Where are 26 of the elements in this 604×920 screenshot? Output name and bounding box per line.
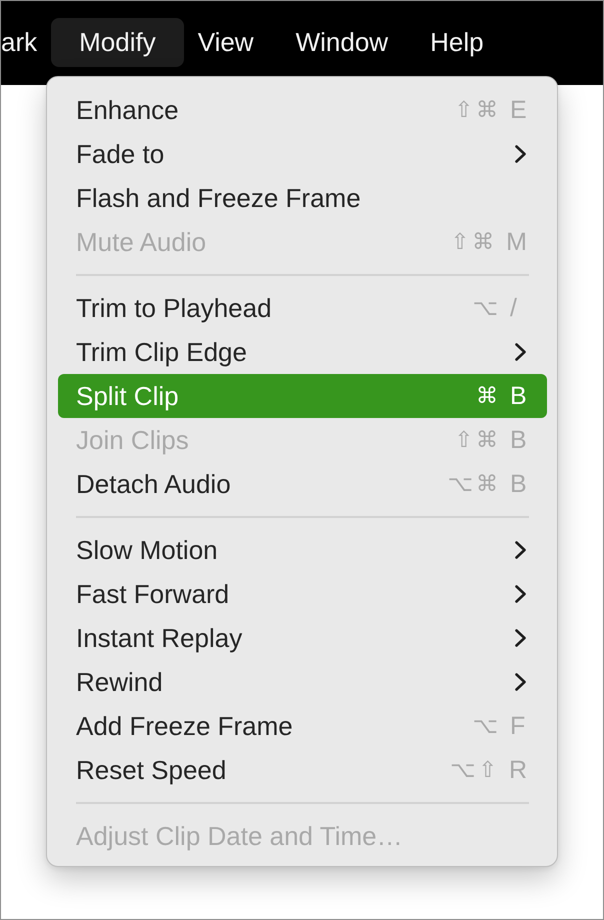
menu-bar-item[interactable]: ark — [1, 18, 52, 67]
menu-item[interactable]: Flash and Freeze Frame — [58, 176, 547, 220]
menu-item[interactable]: Split Clip ⌘ B — [58, 374, 547, 418]
shortcut-text: ⌥⌘ B — [448, 470, 527, 498]
shortcut-text: ⌥ F — [472, 712, 526, 740]
menu-bar-item[interactable]: Help — [416, 18, 498, 67]
menu-item[interactable]: Add Freeze Frame ⌥ F — [58, 704, 547, 748]
shortcut-text: ⇧⌘ B — [454, 426, 527, 454]
menu-item[interactable]: Fast Forward — [58, 572, 547, 616]
shortcut-text: ⇧⌘ E — [454, 96, 527, 124]
menu-item[interactable]: Instant Replay — [58, 616, 547, 660]
menu-bar-item[interactable]: Window — [282, 18, 402, 67]
menu-item[interactable]: Enhance ⇧⌘ E — [58, 88, 547, 132]
menu-item[interactable]: Trim Clip Edge — [58, 330, 547, 374]
menu-bar-item[interactable]: Modify — [51, 18, 184, 67]
shortcut-text: ⌥⇧ R — [450, 756, 527, 784]
menu-item[interactable]: Trim to Playhead ⌥ / — [58, 286, 547, 330]
menu-item[interactable]: Detach Audio ⌥⌘ B — [58, 462, 547, 506]
menu-item[interactable]: Reset Speed ⌥⇧ R — [58, 748, 547, 792]
shortcut-text: ⇧⌘ M — [450, 228, 527, 256]
shortcut-text: ⌘ B — [476, 382, 527, 410]
menu-item[interactable]: Rewind — [58, 660, 547, 704]
shortcut-text: ⌥ / — [472, 294, 518, 322]
menu-item[interactable]: Fade to — [58, 132, 547, 176]
menu-bar-item[interactable]: View — [184, 18, 268, 67]
menu-item[interactable]: Slow Motion — [58, 528, 547, 572]
